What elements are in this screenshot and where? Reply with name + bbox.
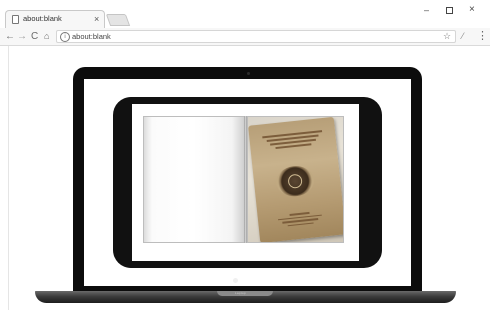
extension-icon[interactable]: ⁄ — [462, 31, 464, 41]
book-title-lines — [259, 128, 327, 157]
laptop-brand-label: Laptop — [235, 291, 246, 295]
home-button[interactable]: ⌂ — [44, 30, 49, 43]
forward-button[interactable]: → — [17, 30, 27, 43]
emblem-ring — [287, 173, 303, 189]
info-icon[interactable]: i — [60, 32, 70, 42]
tab-close-icon[interactable]: × — [94, 13, 99, 25]
browser-toolbar: ← → C ⌂ i about:blank ☆ — [0, 28, 490, 46]
maximize-button[interactable] — [446, 7, 453, 14]
webcam-icon — [247, 72, 250, 75]
back-button[interactable]: ← — [5, 30, 15, 43]
document-icon — [12, 15, 19, 24]
title-bar: about:blank × – × — [0, 0, 490, 28]
minimize-button[interactable]: – — [424, 5, 429, 15]
star-icon[interactable]: ☆ — [443, 31, 451, 42]
antique-book-image — [248, 117, 343, 242]
book-left-page[interactable] — [143, 116, 245, 243]
tab-title: about:blank — [23, 14, 62, 23]
book-right-page[interactable] — [247, 116, 344, 243]
reload-button[interactable]: C — [31, 30, 38, 43]
browser-tab[interactable]: about:blank × — [5, 10, 105, 28]
menu-icon[interactable]: ⋮ — [477, 30, 488, 42]
book-emblem — [274, 164, 316, 199]
url-text[interactable]: about:blank — [72, 32, 111, 41]
close-window-button[interactable]: × — [469, 5, 475, 15]
new-tab-button[interactable] — [105, 14, 131, 26]
address-bar[interactable]: i about:blank ☆ — [56, 30, 456, 43]
tablet-home-button — [233, 278, 238, 283]
page-edge — [8, 46, 9, 310]
book-imprint-lines — [273, 208, 327, 231]
